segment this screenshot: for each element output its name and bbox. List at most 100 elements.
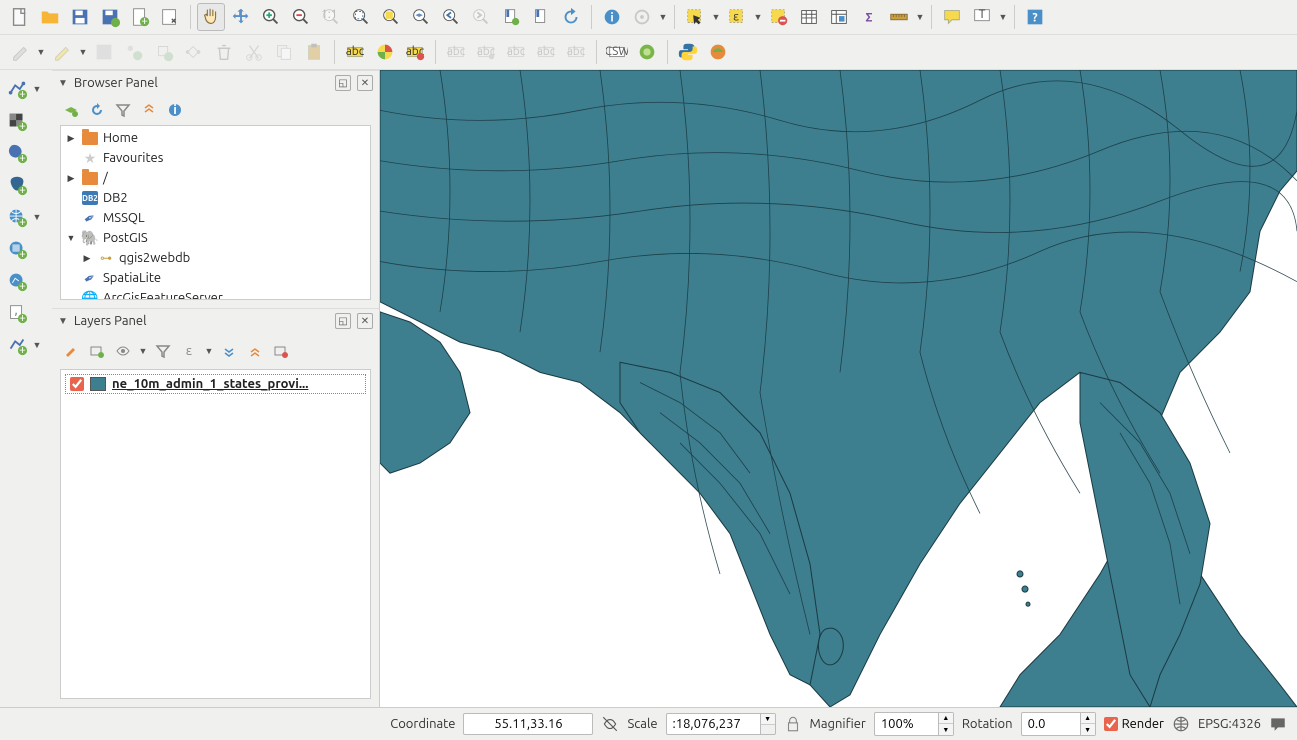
collapse-icon[interactable]: ▼ (58, 315, 68, 327)
browser-item-favourites[interactable]: ★Favourites (61, 148, 370, 168)
add-wms-layer-button[interactable]: + (2, 202, 32, 232)
cut-button[interactable] (240, 38, 268, 66)
toggle-editing-button[interactable] (48, 38, 76, 66)
paste-button[interactable] (300, 38, 328, 66)
add-wfs-layer-button[interactable]: + (2, 266, 32, 296)
open-attribute-table-button[interactable] (795, 3, 823, 31)
zoom-selection-button[interactable] (377, 3, 405, 31)
add-feature-button[interactable] (120, 38, 148, 66)
refresh-button[interactable] (557, 3, 585, 31)
rotation-input[interactable] (1021, 712, 1081, 736)
browser-tree[interactable]: ▶Home★Favourites▶/DB2DB2✒MSSQL▼🐘PostGIS▶… (60, 125, 371, 300)
save-as-button[interactable] (96, 3, 124, 31)
composer-manager-button[interactable] (156, 3, 184, 31)
expression-icon[interactable]: ε (178, 340, 200, 362)
dock-button[interactable]: ◱ (335, 75, 351, 91)
metasearch-button[interactable]: CSW (603, 38, 631, 66)
add-spatialite-layer-button[interactable]: + (2, 138, 32, 168)
add-layer-icon[interactable] (60, 99, 82, 121)
add-group-icon[interactable] (86, 340, 108, 362)
pin-labels-button[interactable]: abc (442, 38, 470, 66)
save-edits-button[interactable] (90, 38, 118, 66)
zoom-next-button[interactable] (467, 3, 495, 31)
spin-up[interactable]: ▲ (1081, 713, 1095, 724)
highlight-labels-button[interactable]: abc (401, 38, 429, 66)
add-delimited-text-button[interactable]: ,+ (2, 298, 32, 328)
node-tool-button[interactable] (180, 38, 208, 66)
new-project-button[interactable] (6, 3, 34, 31)
browser-item-[interactable]: ▶/ (61, 168, 370, 188)
dropdown-arrow[interactable]: ▼ (204, 337, 214, 365)
show-bookmarks-button[interactable] (527, 3, 555, 31)
browser-item-db2[interactable]: DB2DB2 (61, 188, 370, 208)
scale-input[interactable] (666, 713, 761, 735)
field-calculator-button[interactable] (825, 3, 853, 31)
magnifier-input[interactable] (874, 712, 939, 736)
spin-down[interactable]: ▼ (1081, 724, 1095, 735)
crs-icon[interactable] (1172, 715, 1190, 733)
coordinate-input[interactable] (463, 713, 593, 735)
zoom-last-button[interactable] (437, 3, 465, 31)
browser-item-mssql[interactable]: ✒MSSQL (61, 208, 370, 228)
zoom-out-button[interactable] (287, 3, 315, 31)
new-shapefile-button[interactable]: + (2, 330, 32, 360)
messages-icon[interactable] (1269, 715, 1287, 733)
show-hide-labels-button[interactable]: abc (472, 38, 500, 66)
visibility-icon[interactable] (112, 340, 134, 362)
scale-dropdown[interactable]: ▼ (761, 713, 776, 735)
lock-icon[interactable] (784, 715, 802, 733)
dropdown-arrow[interactable]: ▼ (998, 3, 1008, 31)
add-wcs-layer-button[interactable]: + (2, 234, 32, 264)
zoom-in-button[interactable] (257, 3, 285, 31)
collapse-icon[interactable]: ▼ (58, 77, 68, 89)
pan-map-button[interactable] (197, 3, 225, 31)
spin-down[interactable]: ▼ (939, 724, 953, 735)
expand-all-icon[interactable] (218, 340, 240, 362)
refresh-icon[interactable] (86, 99, 108, 121)
browser-item-postgis[interactable]: ▼🐘PostGIS (61, 228, 370, 248)
dropdown-arrow[interactable]: ▼ (658, 3, 668, 31)
open-project-button[interactable] (36, 3, 64, 31)
spin-up[interactable]: ▲ (939, 713, 953, 724)
style-icon[interactable] (60, 340, 82, 362)
copy-button[interactable] (270, 38, 298, 66)
qgis2web-button[interactable] (704, 38, 732, 66)
zoom-native-button[interactable]: 1:1 (317, 3, 345, 31)
identify-button[interactable]: i (598, 3, 626, 31)
add-raster-layer-button[interactable]: + (2, 106, 32, 136)
properties-icon[interactable]: i (164, 99, 186, 121)
statistics-button[interactable]: Σ (855, 3, 883, 31)
layer-visibility-checkbox[interactable] (70, 377, 84, 391)
collapse-all-icon[interactable] (138, 99, 160, 121)
close-button[interactable]: ✕ (357, 313, 373, 329)
browser-item-home[interactable]: ▶Home (61, 128, 370, 148)
rotate-label-button[interactable]: abc (532, 38, 560, 66)
pan-to-selection-button[interactable] (227, 3, 255, 31)
layer-item[interactable]: ne_10m_admin_1_states_provi... (65, 374, 366, 394)
move-label-button[interactable]: abc (502, 38, 530, 66)
help-button[interactable]: ? (1021, 3, 1049, 31)
close-button[interactable]: ✕ (357, 75, 373, 91)
browser-item-arcgisfeatureserver[interactable]: 🌐ArcGisFeatureServer (61, 288, 370, 300)
current-edits-button[interactable] (6, 38, 34, 66)
browser-item-spatialite[interactable]: ✒SpatiaLite (61, 268, 370, 288)
zoom-layer-button[interactable] (407, 3, 435, 31)
select-features-button[interactable] (681, 3, 709, 31)
map-canvas[interactable] (380, 70, 1297, 707)
render-checkbox[interactable]: Render (1104, 717, 1164, 731)
osm-button[interactable] (633, 38, 661, 66)
change-label-button[interactable]: abc (562, 38, 590, 66)
dropdown-arrow[interactable]: ▼ (78, 38, 88, 66)
map-tips-button[interactable] (938, 3, 966, 31)
new-bookmark-button[interactable] (497, 3, 525, 31)
dock-button[interactable]: ◱ (335, 313, 351, 329)
filter-icon[interactable] (112, 99, 134, 121)
zoom-full-button[interactable] (347, 3, 375, 31)
move-feature-button[interactable] (150, 38, 178, 66)
collapse-all-icon[interactable] (244, 340, 266, 362)
filter-icon[interactable] (152, 340, 174, 362)
text-annotation-button[interactable]: T (968, 3, 996, 31)
dropdown-arrow[interactable]: ▼ (711, 3, 721, 31)
select-by-expression-button[interactable]: ε (723, 3, 751, 31)
browser-item-qgis2webdb[interactable]: ▶⊶qgis2webdb (61, 248, 370, 268)
